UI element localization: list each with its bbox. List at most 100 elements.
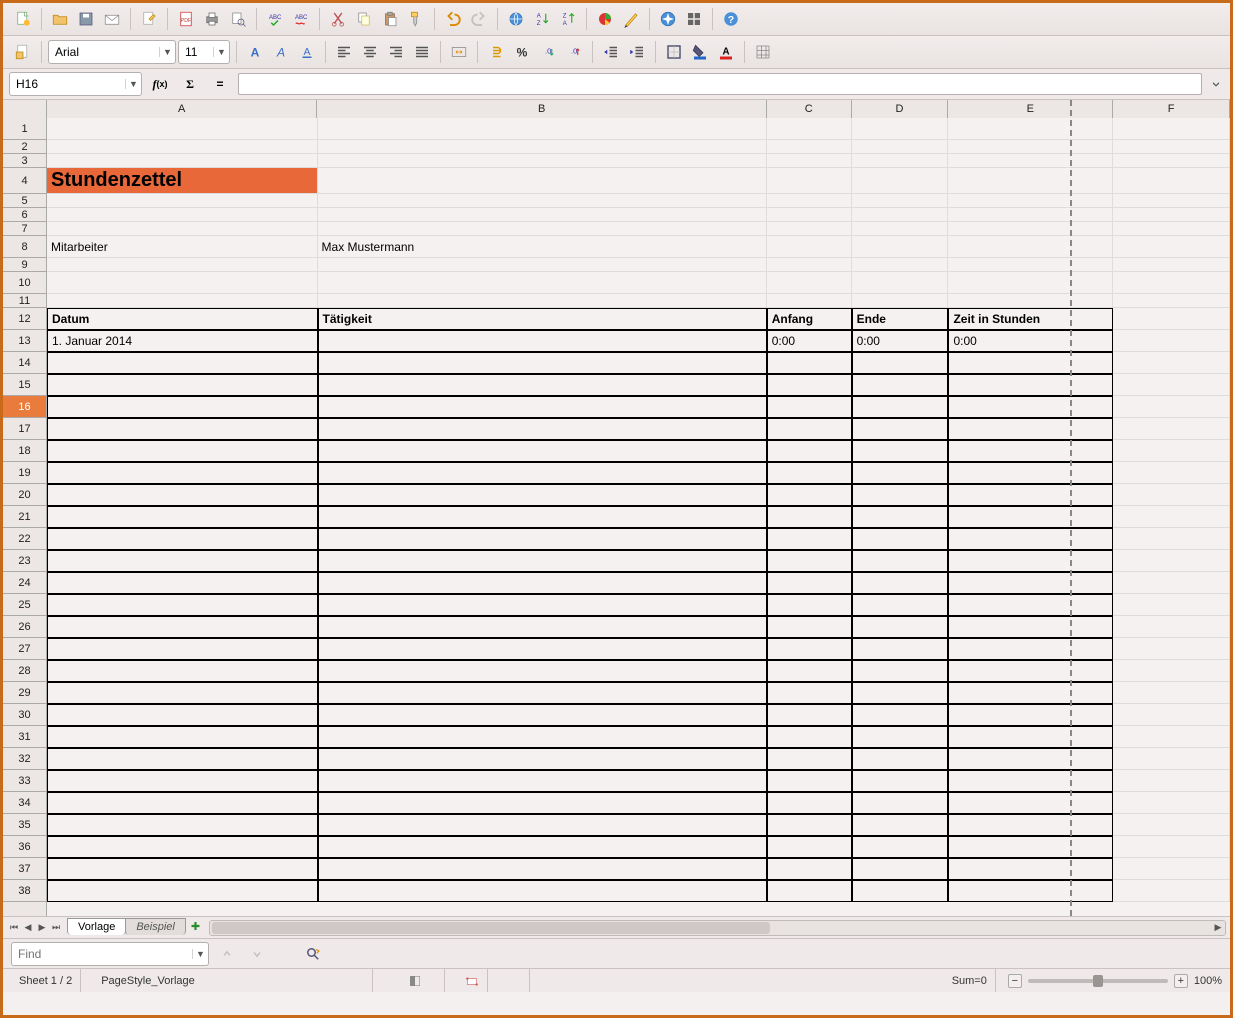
email-button[interactable] bbox=[100, 7, 124, 31]
cell[interactable] bbox=[948, 616, 1113, 638]
cell[interactable] bbox=[47, 418, 318, 440]
cell[interactable] bbox=[852, 418, 949, 440]
cell[interactable] bbox=[1113, 836, 1230, 858]
row-header[interactable]: 13 bbox=[3, 330, 46, 352]
sort-asc-button[interactable]: AZ bbox=[530, 7, 554, 31]
sum-button[interactable]: Σ bbox=[178, 73, 202, 95]
row-header[interactable]: 26 bbox=[3, 616, 46, 638]
cell[interactable] bbox=[47, 396, 318, 418]
sheet-tab-inactive[interactable]: Beispiel bbox=[125, 918, 186, 935]
cell[interactable] bbox=[852, 660, 949, 682]
find-prev-button[interactable] bbox=[215, 942, 239, 966]
redo-button[interactable] bbox=[467, 7, 491, 31]
col-date[interactable]: Datum bbox=[47, 308, 318, 330]
cell[interactable] bbox=[767, 396, 852, 418]
cell[interactable] bbox=[852, 880, 949, 902]
find-next-button[interactable] bbox=[245, 942, 269, 966]
cell[interactable] bbox=[318, 396, 767, 418]
cell[interactable] bbox=[1113, 440, 1230, 462]
row-header[interactable]: 30 bbox=[3, 704, 46, 726]
cell[interactable] bbox=[47, 792, 318, 814]
row-header[interactable]: 24 bbox=[3, 572, 46, 594]
row-header[interactable]: 18 bbox=[3, 440, 46, 462]
merge-cells-button[interactable] bbox=[447, 40, 471, 64]
cell[interactable] bbox=[318, 792, 767, 814]
row-header[interactable]: 22 bbox=[3, 528, 46, 550]
column-header[interactable]: D bbox=[852, 100, 949, 118]
cell[interactable] bbox=[948, 836, 1113, 858]
bg-color-button[interactable] bbox=[688, 40, 712, 64]
column-header[interactable]: A bbox=[47, 100, 318, 118]
cell[interactable] bbox=[47, 660, 318, 682]
paste-button[interactable] bbox=[378, 7, 402, 31]
cell[interactable] bbox=[1113, 594, 1230, 616]
tab-prev-button[interactable]: ◀ bbox=[21, 920, 35, 936]
borders-button[interactable] bbox=[662, 40, 686, 64]
row-header[interactable]: 38 bbox=[3, 880, 46, 902]
cell[interactable] bbox=[47, 616, 318, 638]
row-header[interactable]: 8 bbox=[3, 236, 46, 258]
sort-desc-button[interactable]: ZA bbox=[556, 7, 580, 31]
cell[interactable] bbox=[1113, 682, 1230, 704]
cell[interactable] bbox=[948, 484, 1113, 506]
cell[interactable] bbox=[47, 770, 318, 792]
sheet-tab-active[interactable]: Vorlage bbox=[67, 918, 126, 935]
cell[interactable] bbox=[948, 858, 1113, 880]
cell[interactable] bbox=[318, 374, 767, 396]
cell[interactable] bbox=[47, 858, 318, 880]
cell[interactable] bbox=[318, 638, 767, 660]
cell[interactable] bbox=[47, 506, 318, 528]
cell[interactable] bbox=[1113, 814, 1230, 836]
row-header[interactable]: 34 bbox=[3, 792, 46, 814]
row-header[interactable]: 36 bbox=[3, 836, 46, 858]
font-name-combo[interactable]: ▼ bbox=[48, 40, 176, 64]
row-header[interactable]: 20 bbox=[3, 484, 46, 506]
cell[interactable] bbox=[948, 374, 1113, 396]
cell[interactable] bbox=[852, 682, 949, 704]
cell[interactable] bbox=[852, 792, 949, 814]
equals-button[interactable]: = bbox=[208, 73, 232, 95]
cell[interactable] bbox=[318, 484, 767, 506]
cell[interactable] bbox=[318, 462, 767, 484]
cell[interactable] bbox=[852, 484, 949, 506]
cell[interactable] bbox=[948, 528, 1113, 550]
cell[interactable] bbox=[852, 374, 949, 396]
bold-button[interactable]: A bbox=[243, 40, 267, 64]
cell[interactable] bbox=[1113, 462, 1230, 484]
cell[interactable] bbox=[47, 880, 318, 902]
cell[interactable] bbox=[1113, 638, 1230, 660]
row-header[interactable]: 16 bbox=[3, 396, 46, 418]
cell[interactable] bbox=[948, 462, 1113, 484]
cell[interactable] bbox=[948, 748, 1113, 770]
new-doc-button[interactable] bbox=[11, 7, 35, 31]
cell[interactable] bbox=[767, 638, 852, 660]
cell[interactable] bbox=[948, 814, 1113, 836]
cell[interactable] bbox=[318, 352, 767, 374]
cell[interactable] bbox=[767, 440, 852, 462]
status-insert-mode[interactable] bbox=[385, 969, 445, 992]
cell[interactable] bbox=[948, 440, 1113, 462]
cell[interactable] bbox=[318, 616, 767, 638]
cell[interactable] bbox=[852, 858, 949, 880]
cell[interactable] bbox=[852, 748, 949, 770]
cell[interactable] bbox=[767, 792, 852, 814]
cell[interactable] bbox=[318, 748, 767, 770]
cell[interactable] bbox=[47, 748, 318, 770]
row-header[interactable]: 17 bbox=[3, 418, 46, 440]
row-header[interactable]: 10 bbox=[3, 272, 46, 294]
italic-button[interactable]: A bbox=[269, 40, 293, 64]
col-end[interactable]: Ende bbox=[852, 308, 949, 330]
expand-formula-button[interactable] bbox=[1208, 72, 1224, 96]
cell[interactable] bbox=[318, 594, 767, 616]
zoom-out-button[interactable]: − bbox=[1008, 974, 1022, 988]
col-duration[interactable]: Zeit in Stunden bbox=[948, 308, 1113, 330]
cell[interactable] bbox=[852, 440, 949, 462]
tab-first-button[interactable]: ⏮ bbox=[7, 920, 21, 936]
tab-last-button[interactable]: ⏭ bbox=[49, 920, 63, 936]
cell[interactable] bbox=[852, 594, 949, 616]
cell[interactable] bbox=[767, 660, 852, 682]
col-start[interactable]: Anfang bbox=[767, 308, 852, 330]
cell[interactable] bbox=[852, 528, 949, 550]
cell[interactable] bbox=[767, 352, 852, 374]
decrease-indent-button[interactable] bbox=[599, 40, 623, 64]
